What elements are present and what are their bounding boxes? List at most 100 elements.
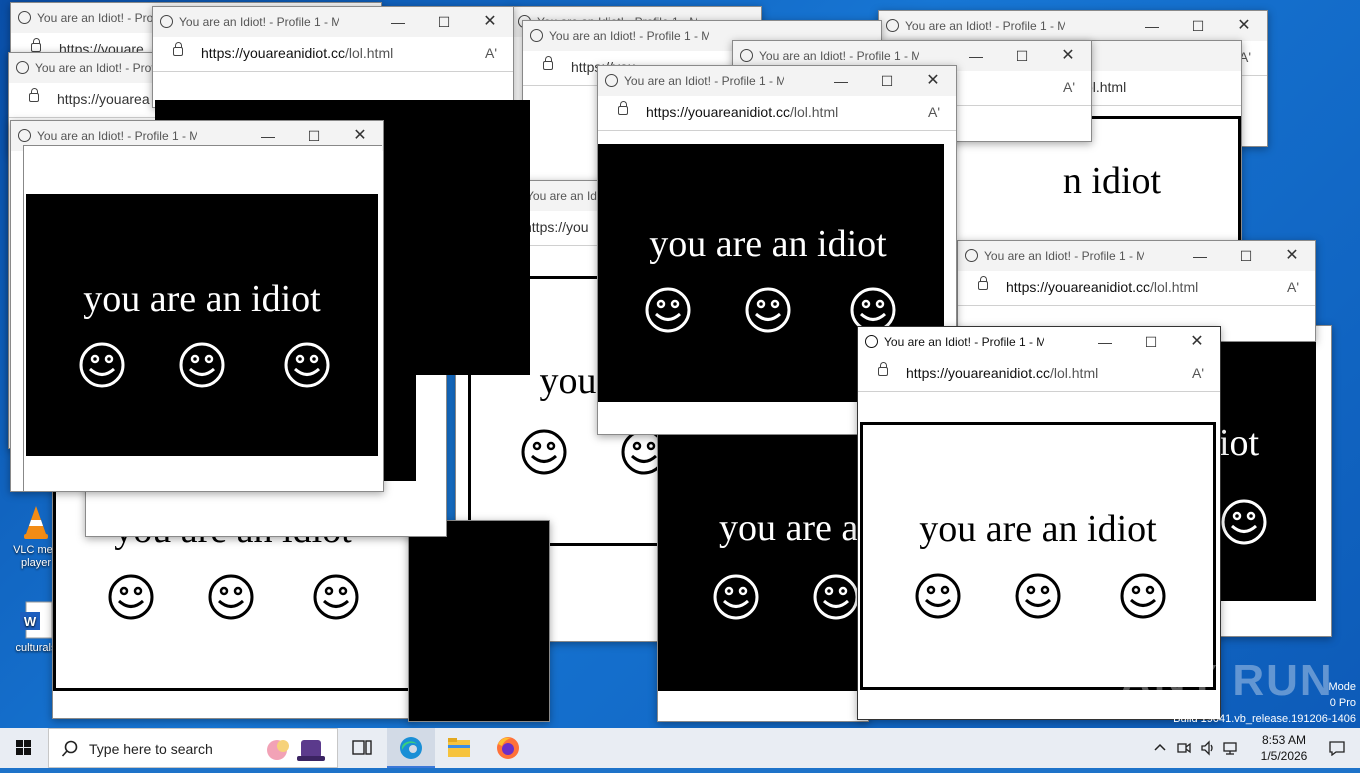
- popup-window[interactable]: [408, 520, 550, 722]
- minimize-button[interactable]: —: [1129, 11, 1175, 41]
- meet-now-icon[interactable]: [1176, 740, 1192, 756]
- lock-icon: [978, 276, 988, 290]
- popup-window[interactable]: iot: [1205, 325, 1332, 637]
- title-bar[interactable]: You are an Idiot! - Profile 1 - Micro...…: [598, 66, 956, 96]
- maximize-button[interactable]: ☐: [1128, 327, 1174, 357]
- read-aloud-icon[interactable]: Aʹ: [485, 45, 497, 61]
- smiley-favicon-icon: [965, 249, 978, 262]
- close-button[interactable]: ✕: [1174, 327, 1220, 357]
- address-bar[interactable]: https://youareanidiot.cc/lol.html Aʹ: [153, 37, 513, 72]
- taskbar-edge-button[interactable]: [387, 728, 435, 768]
- title-bar[interactable]: You are an Idiot! - Profile 1 - Micro...…: [879, 11, 1267, 41]
- lock-icon: [618, 101, 628, 115]
- smiley-face-icon: [313, 574, 359, 620]
- smiley-favicon-icon: [605, 74, 618, 87]
- close-button[interactable]: ✕: [910, 66, 956, 96]
- url-text: https://youareanidiot.cc/lol.html: [906, 365, 1098, 381]
- edge-icon: [400, 737, 422, 759]
- search-icon: [61, 740, 78, 757]
- smiley-favicon-icon: [18, 11, 31, 24]
- taskbar-firefox-button[interactable]: [484, 728, 532, 768]
- minimize-button[interactable]: —: [375, 7, 421, 37]
- task-view-button[interactable]: [338, 728, 386, 768]
- close-button[interactable]: ✕: [1269, 241, 1315, 271]
- minimize-button[interactable]: —: [953, 41, 999, 71]
- svg-text:W: W: [24, 614, 37, 629]
- taskbar-file-explorer-button[interactable]: [435, 728, 483, 768]
- url-text: https://youareanidiot.cc/lol.html: [646, 104, 838, 120]
- smiley-favicon-icon: [16, 61, 29, 74]
- url-text: https://youareanidiot.cc/lol.html: [1006, 279, 1198, 295]
- anyrun-watermark: ANY RUN: [1120, 656, 1334, 705]
- read-aloud-icon[interactable]: Aʹ: [928, 104, 940, 120]
- idiot-message: iot: [1219, 422, 1260, 464]
- window-title: You are an Idiot! - Profile 1 - Micro...: [984, 249, 1144, 263]
- clock[interactable]: 8:53 AM 1/5/2026: [1254, 732, 1314, 764]
- minimize-button[interactable]: —: [1082, 327, 1128, 357]
- read-aloud-icon[interactable]: Aʹ: [1287, 279, 1299, 295]
- smiley-favicon-icon: [530, 29, 543, 42]
- smiley-face-icon: [645, 287, 691, 333]
- popup-window[interactable]: You are an Idiot! - Profile 1 - Micro...…: [152, 6, 514, 108]
- address-bar[interactable]: https://youareanidiot.cc/lol.html Aʹ: [958, 271, 1315, 306]
- minimize-button[interactable]: —: [1177, 241, 1223, 271]
- smiley-favicon-icon: [886, 19, 899, 32]
- maximize-button[interactable]: ☐: [1223, 241, 1269, 271]
- smiley-face-icon: [1120, 573, 1166, 619]
- url-path: /lol.html: [344, 45, 394, 61]
- title-bar[interactable]: You are an Idiot! - Profile 1 - Micro...…: [153, 7, 513, 37]
- close-button[interactable]: ✕: [1221, 11, 1267, 41]
- title-bar[interactable]: You are an Idiot! - Profile 1 - Micro...…: [958, 241, 1315, 271]
- smiley-face-icon: [108, 574, 154, 620]
- start-button[interactable]: [0, 728, 48, 768]
- windows-logo-icon: [16, 740, 31, 755]
- maximize-button[interactable]: ☐: [421, 7, 467, 37]
- idiot-message: n idiot: [1062, 160, 1162, 202]
- smiley-face-icon: [179, 342, 225, 388]
- lock-icon: [31, 38, 41, 52]
- smiley-face-icon: [284, 342, 330, 388]
- maximize-button[interactable]: ☐: [999, 41, 1045, 71]
- window-title: You are an Idiot! - Profile 1 - Micro...: [179, 15, 339, 29]
- search-highlight-illustration-icon: [267, 740, 325, 761]
- file-explorer-icon: [448, 738, 470, 757]
- address-bar[interactable]: https://youareanidiot.cc/lol.html Aʹ: [598, 96, 956, 131]
- volume-icon[interactable]: [1200, 740, 1216, 756]
- idiot-message: you are an idiot: [649, 223, 887, 265]
- close-button[interactable]: ✕: [467, 7, 513, 37]
- maximize-button[interactable]: ☐: [1175, 11, 1221, 41]
- network-icon[interactable]: [1222, 740, 1238, 756]
- url-text: https://youareanidiot.cc/lol.html: [201, 45, 393, 61]
- idiot-panel: you are an idiot: [860, 422, 1216, 690]
- window-title: You are an Idiot! - Profile 1 - Micro...: [759, 49, 919, 63]
- url-text: https://youarea: [57, 91, 150, 107]
- smiley-face-icon: [521, 429, 567, 475]
- chevron-up-icon[interactable]: [1154, 742, 1166, 754]
- taskbar-search-box[interactable]: Type here to search: [48, 728, 338, 768]
- read-aloud-icon[interactable]: Aʹ: [1192, 365, 1204, 381]
- activation-line: Mode: [1328, 681, 1356, 693]
- smiley-face-icon: [1015, 573, 1061, 619]
- overlapping-popup[interactable]: you are an idiot: [23, 145, 382, 491]
- smiley-favicon-icon: [160, 15, 173, 28]
- minimize-button[interactable]: —: [818, 66, 864, 96]
- idiot-message: you are an idiot: [919, 508, 1157, 550]
- popup-window[interactable]: you are a: [657, 400, 869, 722]
- read-aloud-icon[interactable]: Aʹ: [1063, 79, 1075, 95]
- title-bar[interactable]: You are an Idiot! - Profile 1 - Micro...…: [858, 327, 1220, 357]
- close-button[interactable]: ✕: [1045, 41, 1091, 71]
- clock-date: 1/5/2026: [1260, 749, 1308, 763]
- idiot-panel: you are an idiot: [26, 194, 378, 456]
- maximize-button[interactable]: ☐: [864, 66, 910, 96]
- popup-window[interactable]: You are an Idiot! - Profile 1 - Micro...…: [10, 120, 384, 492]
- window-title: You are an Idiot! - Profile 1 - Micro...: [884, 335, 1044, 349]
- notification-center-icon[interactable]: [1328, 740, 1346, 756]
- lock-icon: [543, 56, 553, 70]
- address-bar[interactable]: https://youareanidiot.cc/lol.html Aʹ: [858, 357, 1220, 392]
- clock-time: 8:53 AM: [1261, 733, 1307, 747]
- url-path: /lol.html: [1049, 365, 1099, 381]
- activation-line: 0 Pro: [1329, 697, 1356, 709]
- build-info: Build 19041.vb_release.191206-1406: [1173, 713, 1356, 725]
- url-text: https://you: [524, 219, 589, 235]
- lock-icon: [29, 88, 39, 102]
